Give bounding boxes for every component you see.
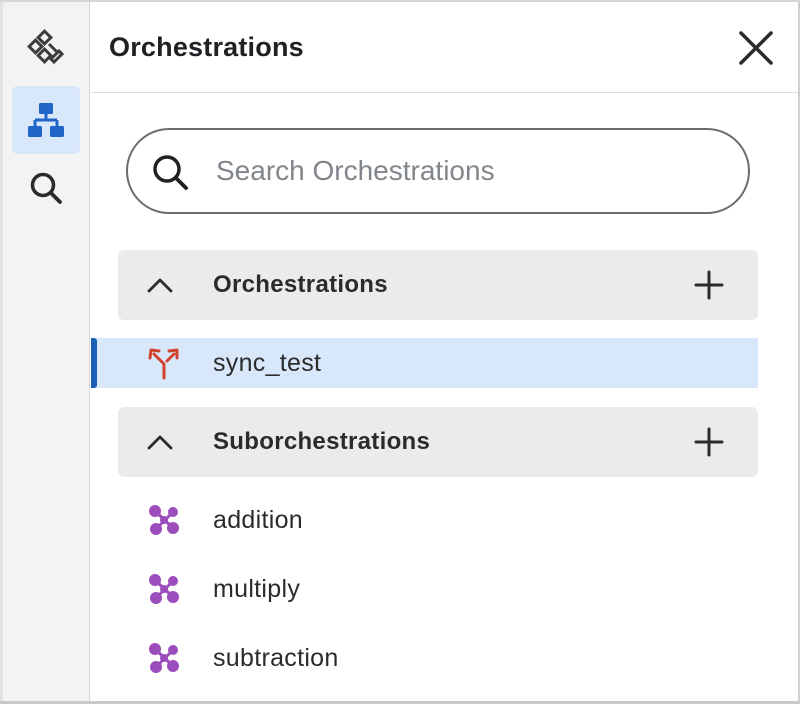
- panel-header: Orchestrations: [91, 2, 798, 93]
- rail-edge: [0, 2, 3, 701]
- list-item-multiply[interactable]: multiply: [91, 564, 758, 614]
- merge-arrows-icon: [148, 348, 179, 380]
- close-button[interactable]: [736, 28, 776, 68]
- list-item-addition[interactable]: addition: [91, 495, 758, 545]
- group-title: Suborchestrations: [213, 428, 431, 455]
- activity-rail: [0, 2, 90, 701]
- close-icon: [739, 31, 773, 65]
- group-header-suborchestrations[interactable]: Suborchestrations: [118, 407, 758, 477]
- hierarchy-icon: [28, 103, 64, 137]
- panel-title: Orchestrations: [109, 32, 304, 62]
- add-orchestration-icon[interactable]: [694, 270, 724, 300]
- search-icon: [153, 155, 188, 190]
- chevron-up-icon[interactable]: [146, 272, 174, 298]
- suborchestration-icon: [149, 643, 179, 673]
- group-header-orchestrations[interactable]: Orchestrations: [118, 250, 758, 320]
- rail-orchestrations-button[interactable]: [12, 86, 80, 154]
- search-input[interactable]: [216, 150, 716, 192]
- item-label: multiply: [213, 575, 301, 603]
- item-label: addition: [213, 506, 303, 534]
- chevron-up-icon[interactable]: [146, 429, 174, 455]
- search-box[interactable]: [126, 128, 750, 214]
- add-suborchestration-icon[interactable]: [694, 427, 724, 457]
- rail-search-button[interactable]: [12, 154, 80, 222]
- search-icon: [30, 172, 62, 204]
- item-label: subtraction: [213, 644, 339, 672]
- list-item-subtraction[interactable]: subtraction: [91, 633, 758, 683]
- item-label: sync_test: [213, 349, 322, 377]
- orchestrations-panel: Orchestrations Orchestrations: [91, 2, 798, 701]
- tools-icon: [27, 29, 65, 65]
- list-item-sync-test[interactable]: sync_test: [91, 338, 758, 388]
- orchestrations-window: Orchestrations Orchestrations: [0, 0, 800, 704]
- selection-indicator: [91, 338, 97, 388]
- suborchestration-icon: [149, 574, 179, 604]
- group-title: Orchestrations: [213, 271, 388, 298]
- rail-tools-button[interactable]: [12, 14, 80, 82]
- suborchestration-icon: [149, 505, 179, 535]
